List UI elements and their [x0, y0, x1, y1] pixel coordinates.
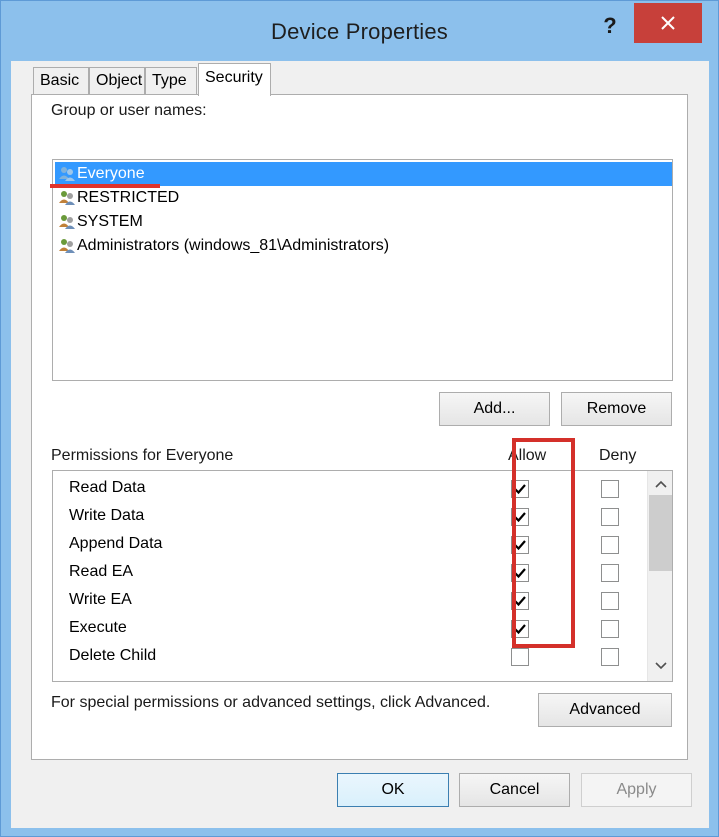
help-button[interactable]: ?	[594, 13, 626, 41]
allow-header: Allow	[508, 447, 547, 464]
user-name: Everyone	[77, 165, 145, 182]
allow-checkbox[interactable]	[511, 648, 529, 666]
permission-row: Append Data	[53, 531, 647, 559]
checkmark-icon	[514, 624, 526, 635]
add-button[interactable]: Add...	[439, 392, 550, 426]
user-list[interactable]: Everyone RESTRICTED SYSTEM Administrator…	[52, 159, 673, 381]
permission-name: Delete Child	[69, 647, 157, 664]
tab-object[interactable]: Object	[89, 67, 145, 95]
apply-button[interactable]: Apply	[581, 773, 692, 807]
advanced-button[interactable]: Advanced	[538, 693, 672, 727]
user-name: Administrators (windows_81\Administrator…	[77, 237, 390, 254]
deny-checkbox[interactable]	[601, 592, 619, 610]
permission-row: Delete Child	[53, 643, 647, 671]
allow-checkbox[interactable]	[511, 592, 529, 610]
permission-name: Read EA	[69, 563, 134, 580]
list-item-everyone[interactable]: Everyone	[55, 162, 672, 186]
deny-checkbox[interactable]	[601, 536, 619, 554]
permissions-label: Permissions for Everyone	[51, 447, 234, 464]
permission-name: Append Data	[69, 535, 163, 552]
scroll-down-icon[interactable]	[655, 661, 667, 671]
deny-checkbox[interactable]	[601, 564, 619, 582]
deny-checkbox[interactable]	[601, 508, 619, 526]
deny-checkbox[interactable]	[601, 480, 619, 498]
user-name: SYSTEM	[77, 213, 143, 230]
deny-checkbox[interactable]	[601, 620, 619, 638]
device-properties-window: Device Properties ? Basic Object Type Se…	[0, 0, 719, 837]
close-icon	[661, 16, 675, 30]
group-names-label: Group or user names:	[51, 102, 207, 119]
advanced-hint: For special permissions or advanced sett…	[51, 694, 491, 711]
ok-button[interactable]: OK	[337, 773, 449, 807]
close-button[interactable]	[634, 3, 702, 43]
permissions-list[interactable]: Delete Child Execute Write EA Read EA Append…	[52, 470, 673, 682]
permission-row: Read Data	[53, 475, 647, 503]
remove-button[interactable]: Remove	[561, 392, 672, 426]
tab-security[interactable]: Security	[198, 63, 271, 96]
tab-basic[interactable]: Basic	[33, 67, 89, 95]
allow-checkbox[interactable]	[511, 564, 529, 582]
cancel-button[interactable]: Cancel	[459, 773, 570, 807]
permission-row: Read EA	[53, 559, 647, 587]
checkmark-icon	[514, 596, 526, 607]
user-name: RESTRICTED	[77, 189, 180, 206]
permission-row: Write Data	[53, 503, 647, 531]
permission-row: Write EA	[53, 587, 647, 615]
permission-name: Read Data	[69, 479, 146, 496]
permission-name: Execute	[69, 619, 127, 636]
permission-name: Write Data	[69, 507, 145, 524]
allow-checkbox[interactable]	[511, 620, 529, 638]
user-group-icon	[59, 191, 75, 205]
tab-type[interactable]: Type	[145, 67, 197, 95]
permission-name: Write EA	[69, 591, 132, 608]
checkmark-icon	[514, 540, 526, 551]
annotation-underline	[50, 184, 160, 188]
list-item-administrators[interactable]: Administrators (windows_81\Administrator…	[55, 234, 672, 258]
title-bar[interactable]: Device Properties ?	[1, 1, 718, 61]
list-item-system[interactable]: SYSTEM	[55, 210, 672, 234]
scroll-thumb[interactable]	[649, 495, 672, 571]
allow-checkbox[interactable]	[511, 480, 529, 498]
deny-header: Deny	[599, 447, 637, 464]
deny-checkbox[interactable]	[601, 648, 619, 666]
checkmark-icon	[514, 484, 526, 495]
dialog-client-area: Basic Object Type Security Group or user…	[11, 61, 709, 828]
allow-checkbox[interactable]	[511, 536, 529, 554]
security-tab-panel: Group or user names: Everyone RESTRICTED	[31, 94, 688, 760]
scroll-up-icon[interactable]	[655, 479, 667, 489]
user-group-icon	[59, 167, 75, 181]
permission-row: Execute	[53, 615, 647, 643]
user-group-icon	[59, 215, 75, 229]
checkmark-icon	[514, 512, 526, 523]
allow-checkbox[interactable]	[511, 508, 529, 526]
user-group-icon	[59, 239, 75, 253]
checkmark-icon	[514, 568, 526, 579]
permissions-scrollbar[interactable]	[647, 471, 672, 681]
list-item-restricted[interactable]: RESTRICTED	[55, 186, 672, 210]
